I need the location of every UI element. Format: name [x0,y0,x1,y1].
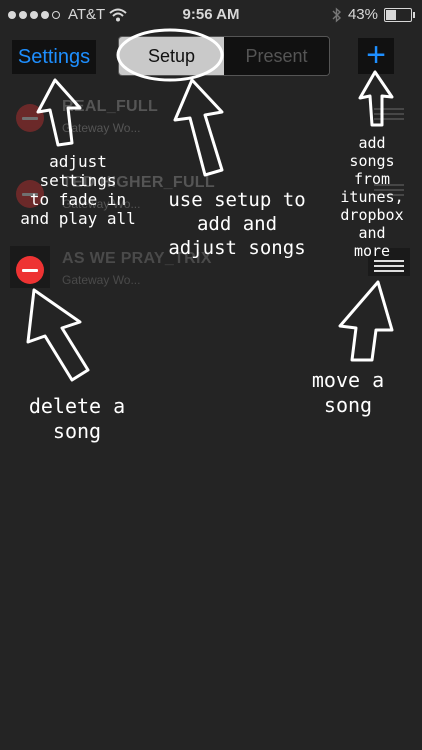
move-annotation: move a song [311,368,385,417]
setup-annotation: use setup to add and adjust songs [168,189,306,259]
move-arrow-icon [338,280,394,362]
settings-annotation: adjust settings to fade in and play all [20,152,136,228]
add-annotation: add songs from itunes, dropbox and more [340,134,404,260]
settings-arrow-icon [36,78,82,147]
add-arrow-icon [358,70,394,127]
setup-arrow-icon [173,78,224,177]
setup-highlight-circle [116,28,224,82]
delete-annotation: delete a song [28,394,126,443]
delete-arrow-icon [26,288,90,382]
